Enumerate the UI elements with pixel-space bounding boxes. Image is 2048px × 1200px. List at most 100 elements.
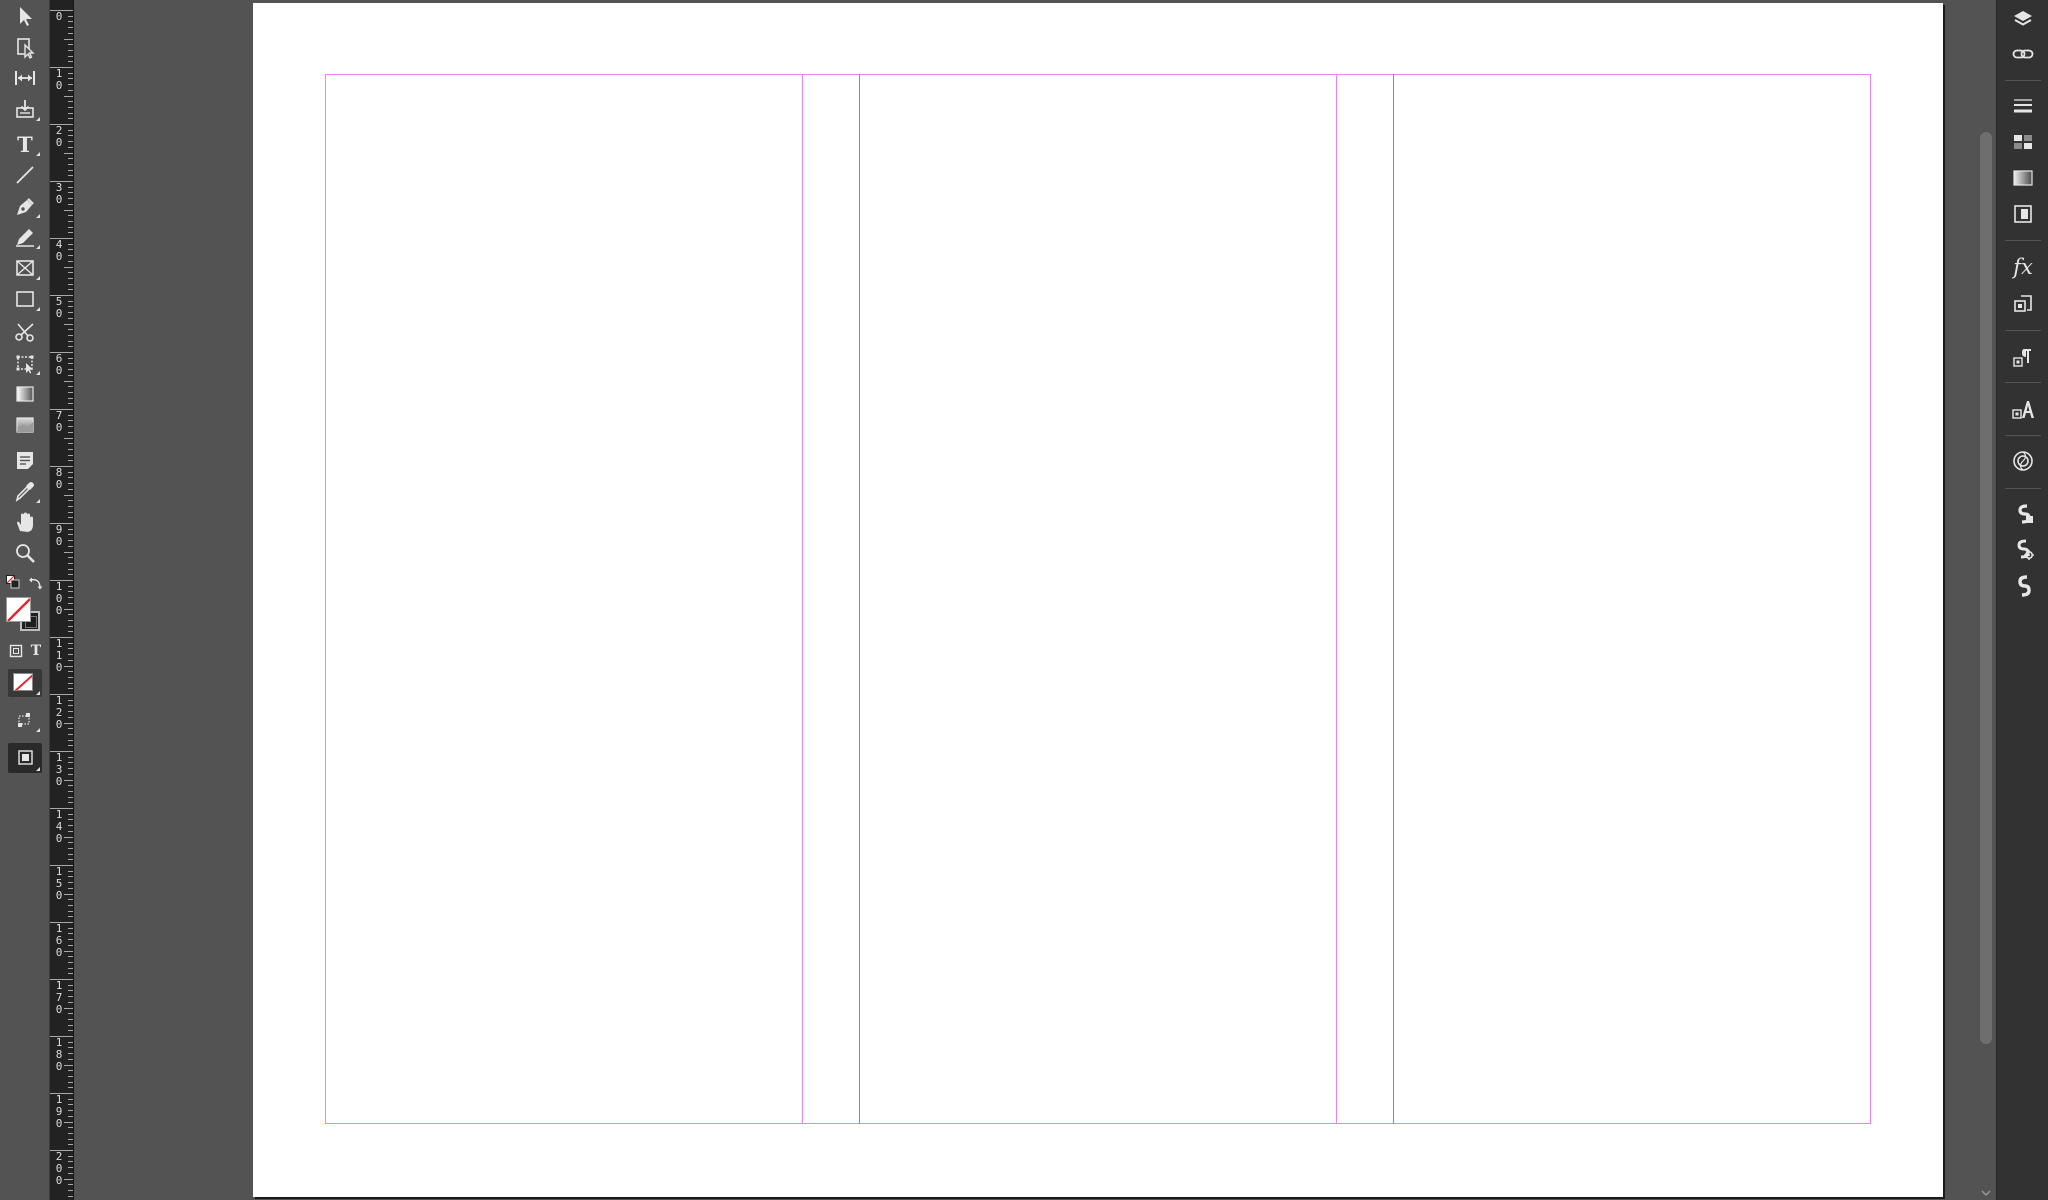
swap-fill-stroke-button[interactable]	[29, 576, 43, 590]
ruler-tick	[68, 363, 73, 364]
column-guide-2-right	[1336, 74, 1337, 1124]
screen-mode-button[interactable]	[8, 743, 42, 773]
document-page[interactable]	[253, 3, 1943, 1197]
ruler-tick	[64, 951, 73, 952]
script-label-panel-button[interactable]	[2008, 536, 2038, 564]
ruler-tick	[68, 688, 73, 689]
gradient-swatch-tool[interactable]	[9, 380, 41, 408]
pencil-tool[interactable]	[9, 223, 41, 251]
ruler-tick	[68, 985, 73, 986]
default-fill-stroke-button[interactable]	[6, 575, 20, 589]
ruler-tick	[68, 962, 73, 963]
gradient-feather-tool[interactable]	[9, 411, 41, 439]
ruler-tick	[68, 1047, 73, 1048]
zoom-tool[interactable]	[9, 539, 41, 567]
mode-button[interactable]	[9, 706, 41, 734]
selection-tool[interactable]	[9, 2, 41, 30]
ruler-label: 30	[55, 181, 63, 206]
ruler-tick	[68, 831, 73, 832]
scripts-panel-button[interactable]	[2008, 500, 2038, 528]
note-tool[interactable]	[9, 446, 41, 474]
ruler-tick	[68, 1070, 73, 1071]
object-styles-panel-button[interactable]	[2008, 572, 2038, 600]
ruler-tick	[68, 717, 73, 718]
scroll-down-button[interactable]	[1980, 1188, 1992, 1198]
line-tool[interactable]	[9, 161, 41, 189]
ruler-tick	[68, 512, 73, 513]
ruler-tick	[68, 1025, 73, 1026]
free-transform-tool[interactable]	[9, 349, 41, 377]
rectangle-tool[interactable]	[9, 285, 41, 313]
ruler-tick	[64, 438, 73, 439]
ruler-tick	[68, 1087, 73, 1088]
normal-mode-icon	[18, 713, 30, 727]
pasteboard[interactable]	[74, 0, 1976, 1200]
apply-none-icon	[14, 674, 32, 690]
gap-tool[interactable]	[9, 64, 41, 92]
ruler-tick	[68, 1156, 73, 1157]
vertical-ruler[interactable]: 0 10 20 30 40 50 60 70 80 90 100 110 120 130 140 150 160…	[50, 0, 74, 1200]
ruler-label: 70	[55, 409, 63, 434]
ruler-tick	[68, 33, 73, 34]
text-wrap-panel-button[interactable]	[2008, 290, 2038, 318]
effects-panel-button[interactable]: fx	[2008, 253, 2038, 281]
ruler-tick	[68, 517, 73, 518]
eyedropper-tool[interactable]	[9, 477, 41, 505]
ruler-tick	[64, 153, 73, 154]
direct-selection-tool[interactable]	[9, 33, 41, 61]
formatting-affects-container-button[interactable]	[9, 644, 23, 658]
vertical-scroll-thumb[interactable]	[1980, 132, 1992, 1044]
ruler-tick	[68, 928, 73, 929]
text-wrap-icon	[2014, 295, 2032, 312]
type-tool[interactable]: T	[9, 130, 41, 158]
ruler-tick	[68, 113, 73, 114]
cc-libraries-panel-button[interactable]	[2008, 447, 2038, 475]
ruler-tick	[68, 50, 73, 51]
selection-tool-icon	[20, 7, 32, 26]
ruler-tick	[68, 386, 73, 387]
apply-none-button[interactable]	[8, 669, 42, 697]
links-panel-button[interactable]	[2008, 40, 2038, 68]
pages-panel-button[interactable]	[2008, 200, 2038, 228]
ruler-tick	[64, 780, 73, 781]
ruler-tick	[68, 569, 73, 570]
character-styles-panel-button[interactable]	[2008, 395, 2038, 423]
ruler-tick	[68, 677, 73, 678]
gradient-panel-button[interactable]	[2008, 164, 2038, 192]
ruler-tick	[68, 164, 73, 165]
swatches-panel-button[interactable]	[2008, 128, 2038, 156]
ruler-tick	[68, 175, 73, 176]
ruler-tick	[68, 791, 73, 792]
ruler-tick	[68, 170, 73, 171]
vertical-scrollbar[interactable]	[1976, 0, 1996, 1200]
content-collector-tool[interactable]	[9, 95, 41, 123]
scissors-tool[interactable]	[9, 318, 41, 346]
ruler-label: 60	[55, 352, 63, 377]
formatting-affects-text-button[interactable]: T	[29, 642, 43, 659]
ruler-tick	[68, 1076, 73, 1077]
ruler-tick	[68, 1042, 73, 1043]
ruler-tick	[68, 768, 73, 769]
ruler-tick	[68, 432, 73, 433]
scissors-tool-icon	[15, 323, 34, 342]
ruler-tick	[68, 1190, 73, 1191]
ruler-tick	[68, 956, 73, 957]
gradient-feather-tool-icon	[16, 417, 34, 433]
ruler-tick	[68, 420, 73, 421]
fill-swatch[interactable]	[6, 597, 31, 622]
pen-tool[interactable]	[9, 192, 41, 220]
ruler-tick	[68, 221, 73, 222]
ruler-tick	[68, 489, 73, 490]
ruler-tick	[68, 911, 73, 912]
paragraph-styles-panel-button[interactable]	[2008, 343, 2038, 371]
layers-panel-button[interactable]	[2008, 5, 2038, 33]
ruler-tick	[64, 1122, 73, 1123]
column-guide-1-right	[802, 74, 803, 1124]
ruler-tick	[68, 1019, 73, 1020]
fill-stroke-swatches[interactable]	[5, 596, 45, 636]
hand-tool[interactable]	[9, 508, 41, 536]
stroke-panel-button[interactable]	[2008, 92, 2038, 120]
ruler-tick	[68, 968, 73, 969]
ruler-tick	[64, 210, 73, 211]
rectangle-frame-tool[interactable]	[9, 254, 41, 282]
